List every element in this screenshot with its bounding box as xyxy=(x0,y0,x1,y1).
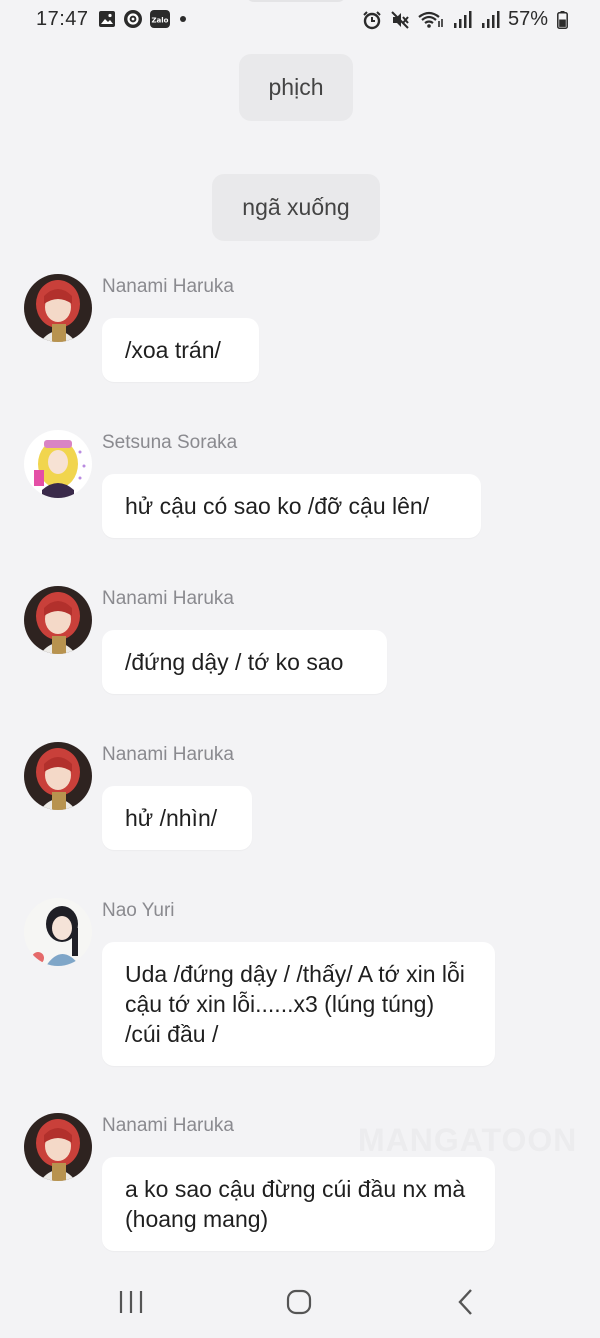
system-message: ngã xuống xyxy=(212,174,380,241)
chat-message: Setsuna Soraka hử cậu có sao ko /đỡ cậu … xyxy=(0,430,600,540)
sender-name: Nao Yuri xyxy=(102,900,175,921)
message-text: hử cậu có sao ko /đỡ cậu lên/ xyxy=(125,493,430,519)
zalo-icon: Zalo xyxy=(149,9,171,29)
navigation-bar xyxy=(0,1265,600,1338)
battery-icon xyxy=(556,10,568,30)
wifi-icon xyxy=(418,10,444,30)
messenger-icon xyxy=(123,9,143,29)
message-bubble[interactable]: a ko sao cậu đừng cúi đầu nx mà (hoang m… xyxy=(102,1157,495,1251)
message-bubble[interactable]: hử cậu có sao ko /đỡ cậu lên/ xyxy=(102,474,481,538)
gallery-icon xyxy=(97,9,117,29)
back-button[interactable] xyxy=(446,1285,486,1319)
system-icons: 57% xyxy=(362,8,568,31)
sender-name: Nanami Haruka xyxy=(102,276,234,297)
dot-icon xyxy=(177,9,189,29)
avatar[interactable] xyxy=(24,898,92,966)
alarm-icon xyxy=(362,10,382,30)
avatar[interactable] xyxy=(24,1113,92,1181)
notification-icons: Zalo xyxy=(97,9,189,29)
sender-name: Nanami Haruka xyxy=(102,1115,234,1136)
message-bubble[interactable]: /đứng dậy / tớ ko sao xyxy=(102,630,387,694)
signal-icon xyxy=(480,10,500,30)
system-message: phịch xyxy=(239,54,353,121)
avatar[interactable] xyxy=(24,586,92,654)
chat-message: Nao Yuri Uda /đứng dậy / /thấy/ A tớ xin… xyxy=(0,898,600,1068)
home-button[interactable] xyxy=(279,1285,319,1319)
message-text: /đứng dậy / tớ ko sao xyxy=(125,649,344,675)
battery-percent: 57% xyxy=(507,8,548,30)
message-text: /xoa trán/ xyxy=(125,337,221,363)
system-message-text: phịch xyxy=(268,74,324,100)
message-bubble[interactable]: /xoa trán/ xyxy=(102,318,259,382)
message-bubble[interactable]: hử /nhìn/ xyxy=(102,786,252,850)
message-text: a ko sao cậu đừng cúi đầu nx mà (hoang m… xyxy=(125,1176,466,1232)
system-message-text: ngã xuống xyxy=(242,194,350,220)
signal-icon xyxy=(452,10,472,30)
avatar[interactable] xyxy=(24,430,92,498)
sender-name: Nanami Haruka xyxy=(102,588,234,609)
chat-message: Nanami Haruka a ko sao cậu đừng cúi đầu … xyxy=(0,1113,600,1253)
message-text: Uda /đứng dậy / /thấy/ A tớ xin lỗi cậu … xyxy=(125,961,465,1047)
chat-message: Nanami Haruka hử /nhìn/ xyxy=(0,742,600,852)
chat-message: Nanami Haruka /đứng dậy / tớ ko sao xyxy=(0,586,600,696)
recents-button[interactable] xyxy=(111,1285,151,1319)
back-icon xyxy=(458,1289,472,1315)
avatar[interactable] xyxy=(24,742,92,810)
mute-icon xyxy=(390,10,410,30)
sender-name: Nanami Haruka xyxy=(102,744,234,765)
status-time: 17:47 xyxy=(36,8,89,30)
status-bar: 17:47 Zalo 57% xyxy=(0,0,600,40)
message-text: hử /nhìn/ xyxy=(125,805,218,831)
recents-icon xyxy=(119,1291,143,1313)
home-icon xyxy=(286,1289,312,1315)
avatar[interactable] xyxy=(24,274,92,342)
svg-text:Zalo: Zalo xyxy=(151,17,168,25)
chat-message: Nanami Haruka /xoa trán/ xyxy=(0,274,600,384)
message-bubble[interactable]: Uda /đứng dậy / /thấy/ A tớ xin lỗi cậu … xyxy=(102,942,495,1066)
sender-name: Setsuna Soraka xyxy=(102,432,238,453)
